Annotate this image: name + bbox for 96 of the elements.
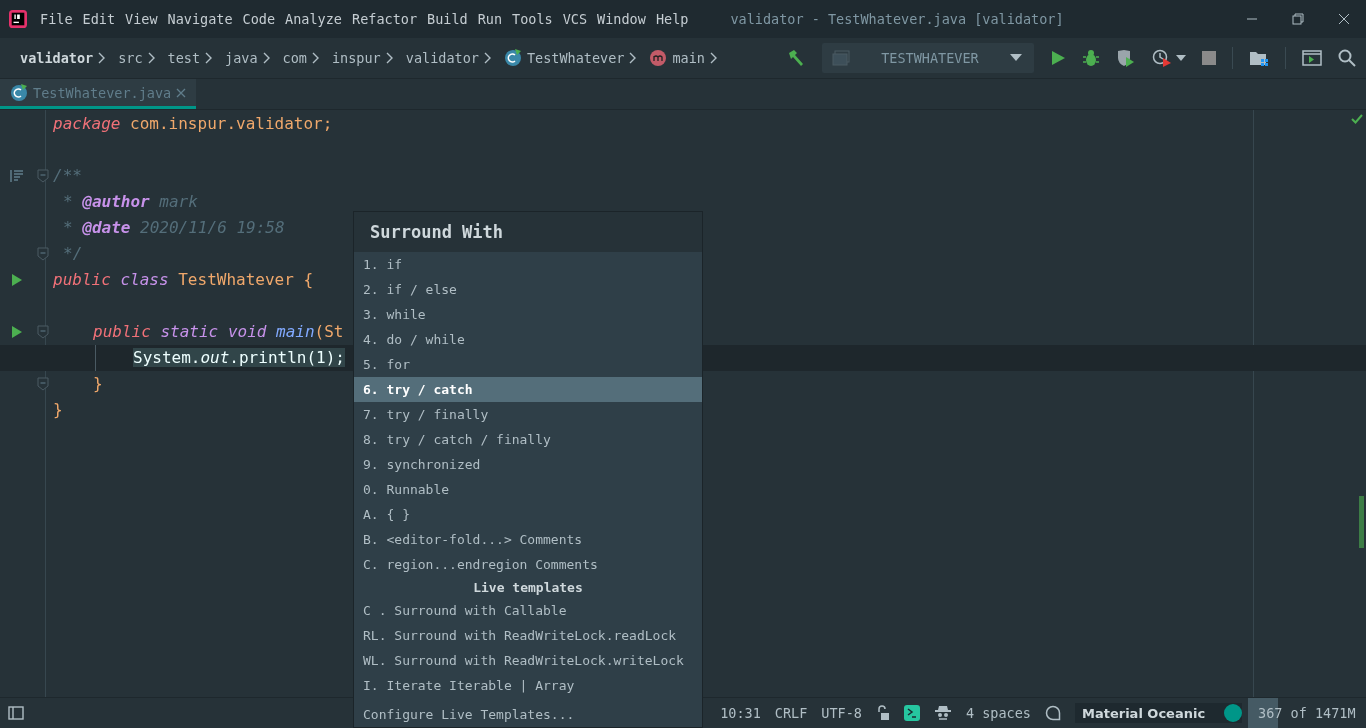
menu-item[interactable]: Tools (512, 11, 553, 27)
breadcrumb-item[interactable]: validator (405, 50, 479, 66)
menu-item[interactable]: WL. Surround with ReadWriteLock.writeLock (354, 648, 702, 673)
breadcrumb-item[interactable]: TestWhatever (526, 50, 625, 66)
method-icon (649, 49, 668, 67)
close-icon[interactable] (1338, 13, 1350, 25)
breadcrumb-item[interactable]: validator (20, 50, 94, 66)
chevron-icon (385, 52, 394, 64)
code-line: * @date 2020/11/6 19:58 (63, 217, 285, 239)
memory-indicator[interactable]: 367 of 1471M (1248, 698, 1366, 728)
restore-icon[interactable] (1292, 13, 1304, 25)
unlocked-padlock-icon[interactable] (875, 705, 890, 721)
code-line: * @author mark (63, 191, 198, 213)
checkmark-icon (1351, 114, 1363, 124)
line-separator[interactable]: CRLF (774, 705, 808, 721)
code-line: } (53, 399, 63, 421)
menu-item[interactable]: I. Iterate Iterable | Array (354, 673, 702, 698)
theme-switcher[interactable]: Material Oceanic (1075, 703, 1242, 723)
menu-item[interactable]: A. { } (354, 502, 702, 527)
menu-item[interactable]: 9. synchronized (354, 452, 702, 477)
panel-toggle-icon[interactable] (8, 706, 24, 720)
chevron-icon (311, 52, 320, 64)
run-icon[interactable] (11, 274, 22, 286)
window-icon (832, 50, 850, 66)
run-icon[interactable] (11, 326, 22, 338)
app-logo-icon (9, 10, 27, 28)
clock-run-icon[interactable] (1152, 49, 1172, 67)
breadcrumb-item[interactable]: com (282, 50, 307, 66)
menu-item[interactable]: Analyze (285, 11, 342, 27)
menu-item[interactable]: Run (477, 11, 503, 27)
file-encoding[interactable]: UTF-8 (821, 705, 862, 721)
menu-item[interactable]: View (125, 11, 158, 27)
terminal-icon[interactable] (903, 705, 920, 721)
code-line: public class TestWhatever { (53, 269, 314, 291)
breadcrumb-item[interactable]: src (118, 50, 143, 66)
chevron-icon (98, 52, 107, 64)
run-configuration-dropdown[interactable]: TESTWHATEVER (822, 43, 1034, 73)
menu-item[interactable]: Edit (82, 11, 116, 27)
window-title: validator - TestWhatever.java [validator] (730, 11, 1064, 27)
menu-item[interactable]: Build (427, 11, 468, 27)
shield-run-icon[interactable] (1116, 49, 1136, 67)
caret-icon[interactable] (1176, 55, 1186, 61)
configure-link[interactable]: Configure Live Templates... (354, 698, 702, 728)
breadcrumb-item[interactable]: main (672, 50, 705, 66)
class-icon (10, 83, 28, 102)
indent-setting[interactable]: 4 spaces (965, 705, 1031, 721)
code-line: /** (53, 165, 82, 187)
chevron-icon (629, 52, 638, 64)
console-window-icon[interactable] (1302, 50, 1322, 66)
caret-icon (1010, 54, 1022, 62)
theme-dot (1224, 704, 1242, 722)
menu-item[interactable]: 8. try / catch / finally (354, 427, 702, 452)
menu-item[interactable]: 7. try / finally (354, 402, 702, 427)
menu-item[interactable]: C. region...endregion Comments (354, 552, 702, 577)
code-line: } (93, 373, 103, 395)
folder-icon[interactable] (1249, 49, 1269, 67)
menu-item[interactable]: Window (597, 11, 646, 27)
scrollbar-marker (1359, 496, 1364, 548)
menu-item[interactable]: RL. Surround with ReadWriteLock.readLock (354, 623, 702, 648)
breadcrumb-item[interactable]: java (225, 50, 258, 66)
class-icon (503, 49, 522, 67)
menu-item[interactable]: VCS (562, 11, 588, 27)
breadcrumb-item[interactable]: inspur (331, 50, 381, 66)
hammer-icon[interactable] (786, 48, 806, 68)
code-line: public static void main(St (93, 321, 344, 343)
section-header: Live templates (472, 579, 584, 597)
menu-item[interactable]: 2. if / else (354, 277, 702, 302)
bug-icon[interactable] (1082, 49, 1100, 67)
menu-item[interactable]: Navigate (167, 11, 233, 27)
menu-item[interactable]: 5. for (354, 352, 702, 377)
popup-title: Surround With (354, 212, 702, 252)
menu-item[interactable]: File (40, 11, 73, 27)
menu-item[interactable]: 6. try / catch (354, 377, 702, 402)
chevron-icon (205, 52, 214, 64)
menu-item[interactable]: Help (655, 11, 689, 27)
code-line: package com.inspur.validator; (53, 113, 333, 135)
speech-bubble-icon[interactable] (1045, 705, 1061, 721)
menu-item[interactable]: C . Surround with Callable (354, 598, 702, 623)
caret-position[interactable]: 10:31 (720, 705, 761, 721)
search-icon[interactable] (1338, 49, 1356, 67)
chevron-icon (709, 52, 718, 64)
menu-item[interactable]: 1. if (354, 252, 702, 277)
menu-item[interactable]: Code (242, 11, 276, 27)
menu-item[interactable]: Refactor (352, 11, 418, 27)
menu-item[interactable]: 3. while (354, 302, 702, 327)
menu-item[interactable]: 4. do / while (354, 327, 702, 352)
code-line: */ (63, 243, 83, 265)
chevron-icon (147, 52, 156, 64)
spy-icon[interactable] (933, 705, 952, 721)
run-icon[interactable] (1050, 50, 1066, 66)
chevron-icon (262, 52, 271, 64)
breadcrumb-item[interactable]: test (167, 50, 201, 66)
code-line: System.out.println(1); (133, 347, 345, 369)
menu-item[interactable]: 0. Runnable (354, 477, 702, 502)
menu-item[interactable]: B. <editor-fold...> Comments (354, 527, 702, 552)
chevron-icon (483, 52, 492, 64)
